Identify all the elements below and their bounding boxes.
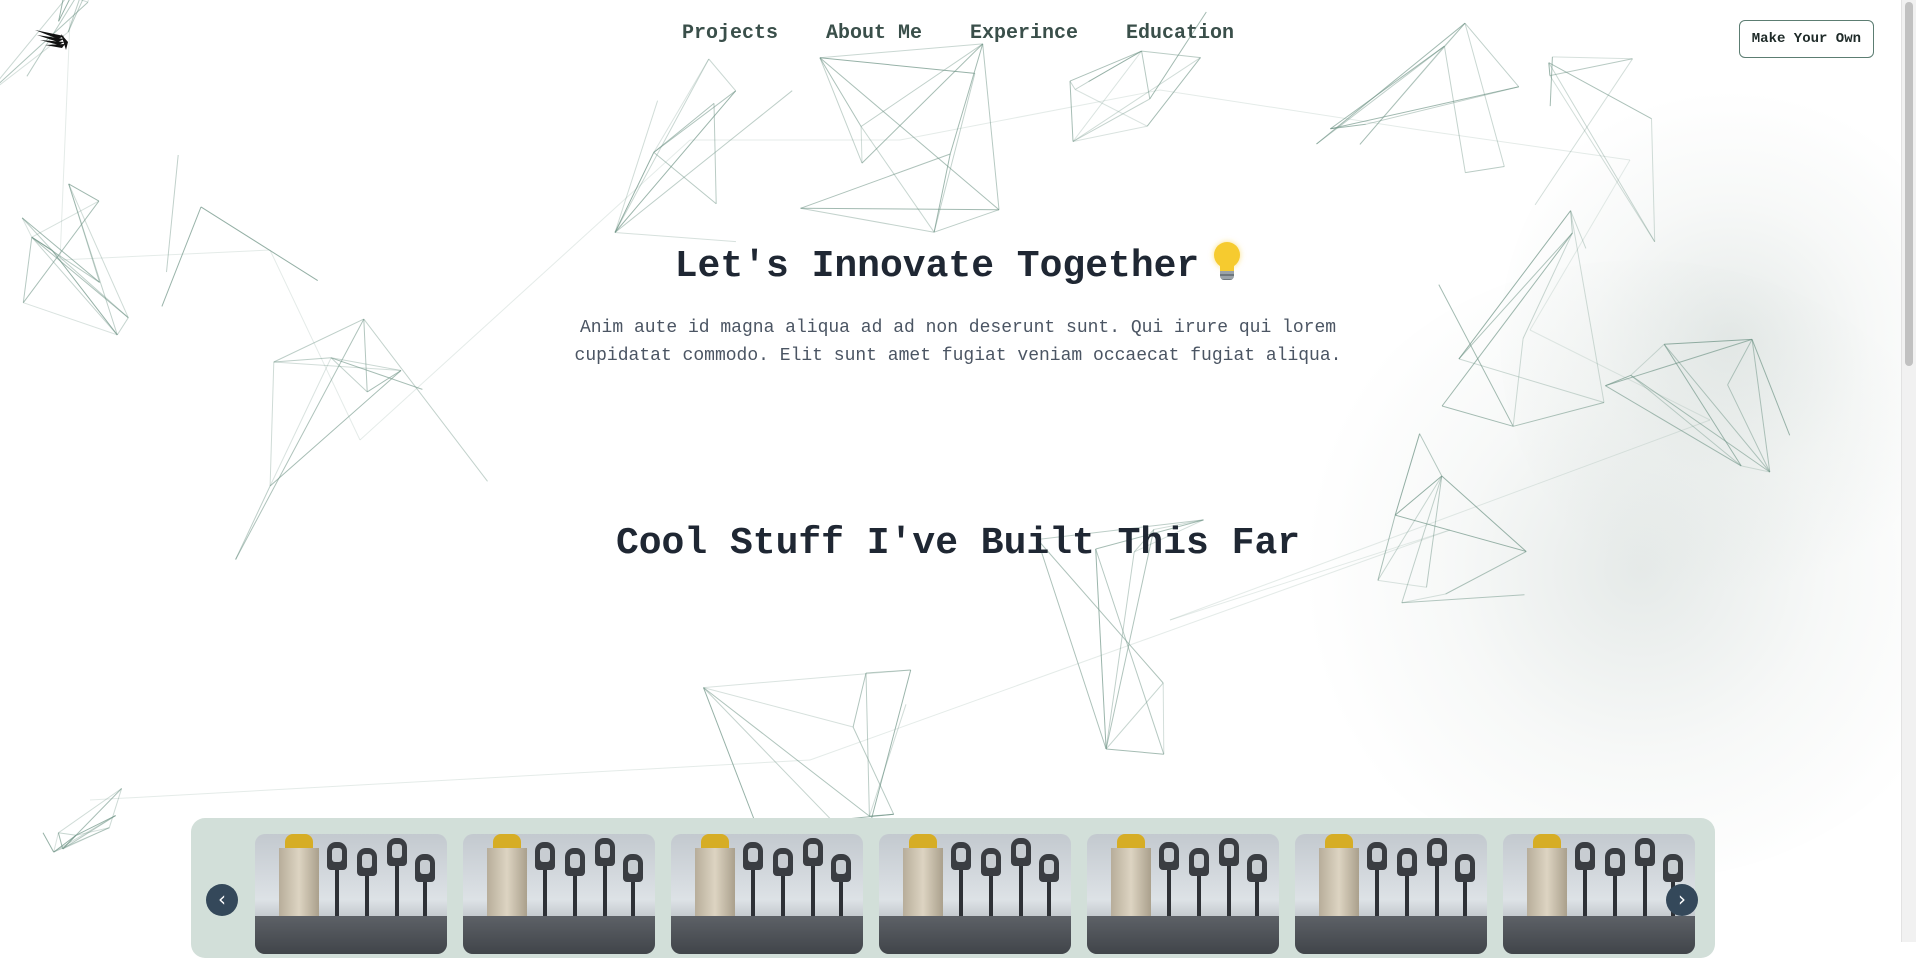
hero-title: Let's Innovate Together [0,242,1916,288]
nav-education[interactable]: Education [1126,22,1234,45]
nav-experience[interactable]: Experince [970,22,1078,45]
project-card[interactable] [255,834,447,954]
make-your-own-button[interactable]: Make Your Own [1738,20,1874,58]
scrollbar-thumb[interactable] [1905,2,1913,366]
background-glow [1290,260,1916,880]
hero-title-text: Let's Innovate Together [674,245,1200,288]
project-card[interactable] [463,834,655,954]
page-scrollbar[interactable] [1901,0,1916,942]
project-card[interactable] [1087,834,1279,954]
lightbulb-icon [1213,242,1241,282]
carousel-prev-button[interactable]: ‹ [206,884,238,916]
main-nav: Projects About Me Experince Education [0,22,1916,45]
nav-about-me[interactable]: About Me [826,22,922,45]
carousel-next-button[interactable]: › [1666,884,1698,916]
projects-section-title: Cool Stuff I've Built This Far [615,522,1301,565]
nav-projects[interactable]: Projects [682,22,778,45]
projects-carousel [191,818,1715,958]
project-card[interactable] [879,834,1071,954]
project-card[interactable] [671,834,863,954]
project-card[interactable] [1295,834,1487,954]
hero-description: Anim aute id magna aliqua ad ad non dese… [574,318,1342,366]
network-background [0,0,1791,853]
